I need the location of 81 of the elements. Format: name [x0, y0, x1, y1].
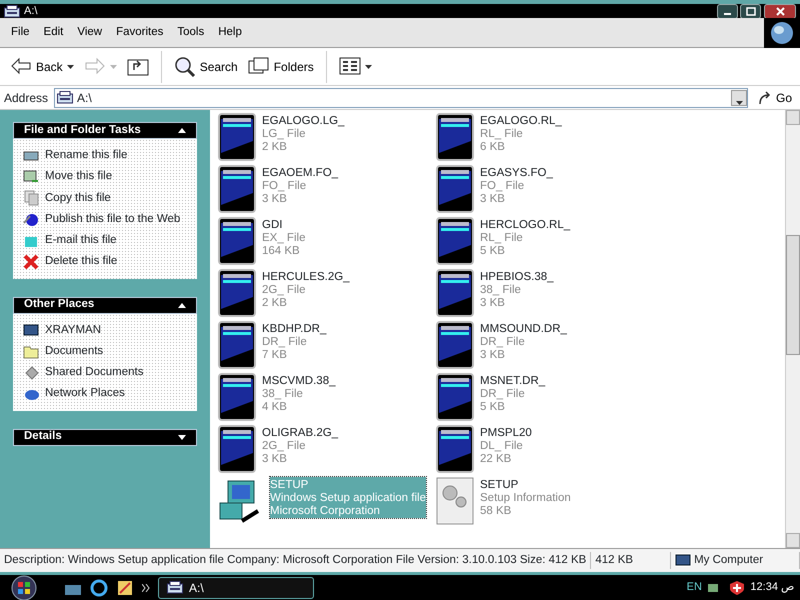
taskbar-button[interactable]: A:\ — [158, 576, 314, 598]
task-link[interactable]: Publish this file to the Web — [45, 210, 180, 228]
task-link[interactable]: E-mail this file — [45, 232, 117, 250]
globe-icon — [23, 211, 39, 228]
folders-button[interactable]: Folders — [244, 54, 318, 79]
menu-item[interactable]: Favorites — [109, 22, 170, 44]
panel-header[interactable]: Other Places — [13, 296, 197, 314]
panel-header[interactable]: File and Folder Tasks — [13, 122, 197, 139]
menu-item[interactable]: Edit — [36, 22, 70, 44]
shield-icon[interactable] — [728, 580, 745, 596]
file-label[interactable]: HERCLOGO.RL_ RL_ File 5 KB — [480, 217, 570, 265]
task-link[interactable]: Shared Documents — [45, 364, 144, 382]
dropdown-caret-icon — [364, 64, 372, 68]
menu-item[interactable]: Help — [211, 22, 249, 44]
go-button[interactable]: Go — [754, 86, 796, 108]
task-link[interactable]: Rename this file — [45, 147, 128, 164]
zone-label: My Computer — [694, 552, 764, 568]
task-link[interactable]: Network Places — [45, 385, 125, 402]
file-label[interactable]: HERCULES.2G_ 2G_ File 2 KB — [262, 269, 350, 317]
dropdown-caret-icon — [736, 100, 743, 105]
computer-icon — [23, 322, 39, 338]
file-label[interactable]: HPEBIOS.38_ 38_ File 3 KB — [480, 269, 554, 317]
task-link[interactable]: Delete this file — [45, 253, 118, 270]
forward-arrow-icon — [84, 56, 106, 77]
dropdown-button[interactable] — [730, 90, 747, 106]
task-link[interactable]: XRAYMAN — [45, 322, 102, 339]
minimize-button[interactable] — [716, 4, 738, 18]
shared-folder-icon — [23, 364, 39, 381]
back-button[interactable]: Back — [6, 54, 78, 79]
drive-icon — [4, 4, 20, 18]
go-arrow-icon — [758, 90, 772, 104]
file-label[interactable]: PMSPL20 DL_ File 22 KB — [480, 425, 532, 473]
globe-icon — [770, 20, 794, 44]
dropdown-caret-icon — [66, 64, 74, 68]
file-label[interactable]: EGALOGO.LG_ LG_ File 2 KB — [262, 113, 344, 161]
file-label[interactable]: EGALOGO.RL_ RL_ File 6 KB — [480, 113, 562, 161]
expand-chevron-icon — [178, 434, 186, 440]
dropdown-caret-icon — [110, 64, 117, 68]
computer-icon — [675, 554, 692, 568]
file-label[interactable]: KBDHP.DR_ DR_ File 7 KB — [262, 321, 326, 369]
task-link[interactable]: Move this file — [45, 168, 112, 186]
address-field[interactable]: A:\ — [54, 88, 748, 108]
status-size: 412 KB — [591, 552, 672, 570]
close-icon — [776, 6, 784, 16]
file-label[interactable]: EGASYS.FO_ FO_ File 3 KB — [480, 165, 553, 213]
collapse-chevron-icon — [178, 302, 186, 308]
file-label[interactable]: SETUP Setup Information 58 KB — [480, 477, 571, 525]
menu-item[interactable]: View — [70, 22, 110, 44]
drive-icon — [57, 91, 74, 104]
file-label[interactable]: EGAOEM.FO_ FO_ File 3 KB — [262, 165, 338, 213]
chevron-icon[interactable] — [142, 584, 150, 592]
move-icon — [23, 168, 39, 185]
search-button[interactable]: Search — [170, 54, 242, 79]
file-label[interactable]: GDI EX_ File 164 KB — [262, 217, 306, 265]
back-arrow-icon — [10, 56, 32, 77]
clock: 12:34 ص — [750, 580, 794, 596]
menu-item[interactable]: File — [4, 22, 37, 44]
window-title: A:\ — [24, 4, 38, 19]
close-button[interactable] — [764, 4, 796, 18]
copy-icon — [23, 190, 39, 206]
status-description: Description: Windows Setup application file Company: Microsoft Corporation File Version: 3.10.0.103 Size: 412 KB — [0, 552, 592, 570]
drive-icon — [167, 581, 183, 594]
language-indicator[interactable]: EN — [686, 579, 702, 596]
views-icon — [338, 56, 361, 77]
file-label[interactable]: MSNET.DR_ DR_ File 5 KB — [480, 373, 546, 421]
menu-item[interactable]: Tools — [170, 22, 212, 44]
search-icon — [174, 56, 196, 77]
task-link[interactable]: Copy this file — [45, 190, 111, 207]
task-link[interactable]: Documents — [45, 342, 104, 360]
vertical-scrollbar[interactable] — [785, 110, 800, 548]
panel-header[interactable]: Details — [13, 428, 197, 446]
file-label[interactable]: MSCVMD.38_ 38_ File 4 KB — [262, 373, 336, 421]
browser-icon[interactable] — [90, 578, 108, 596]
file-label[interactable]: MMSOUND.DR_ DR_ File 3 KB — [480, 321, 567, 369]
maximize-button[interactable] — [740, 4, 762, 18]
maximize-icon — [746, 6, 756, 16]
media-icon[interactable] — [116, 578, 134, 596]
collapse-chevron-icon — [178, 128, 186, 133]
delete-icon — [23, 254, 39, 270]
address-label: Address — [4, 90, 48, 106]
file-label[interactable]: OLIGRAB.2G_ 2G_ File 3 KB — [262, 425, 338, 473]
